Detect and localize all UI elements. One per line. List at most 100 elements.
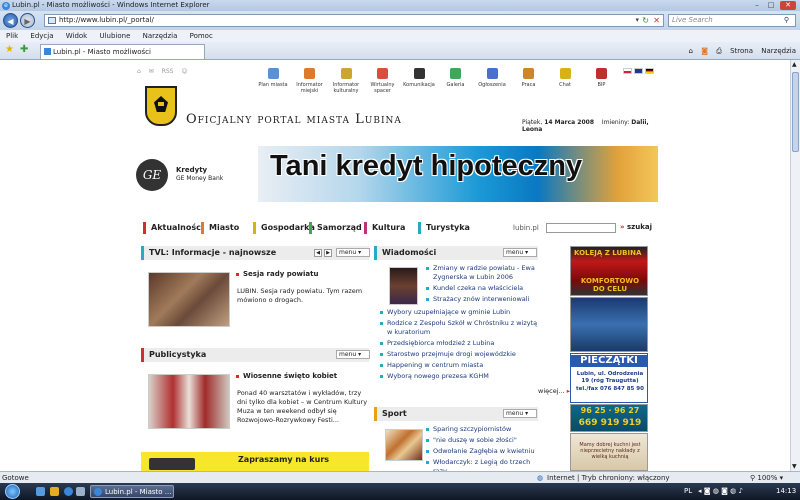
lubin-crest-logo[interactable] [145, 86, 177, 126]
category-turystyka[interactable]: Turystyka [418, 222, 470, 234]
switch-windows-icon[interactable] [76, 487, 85, 496]
sport-item[interactable]: Odwołanie Zagłębia w kwietniu [425, 447, 541, 456]
page-content: ⌂ ✉ RSS ☺ Plan miasta Informator miejski I… [0, 60, 800, 471]
menu-pomoc[interactable]: Pomoc [190, 32, 213, 40]
home-icon[interactable]: ⌂ [689, 47, 693, 55]
add-favorite-icon[interactable]: ✚ [20, 45, 28, 55]
page-menu-button[interactable]: Strona [730, 47, 753, 55]
tab-lubin[interactable]: Lubin.pl - Miasto możliwości [40, 44, 205, 59]
menu-edycja[interactable]: Edycja [30, 32, 53, 40]
rss-link[interactable]: RSS [162, 68, 174, 75]
courses-banner[interactable]: Zapraszamy na kurs [141, 452, 369, 471]
wiadomosci-item[interactable]: Wyborą nowego prezesa KGHM [379, 372, 541, 381]
topnav-komunikacja[interactable]: Komunikacja [401, 68, 437, 104]
category-miasto[interactable]: Miasto [201, 222, 239, 234]
live-search-input[interactable]: Live Search ⚲ [668, 14, 796, 27]
kolej-ad[interactable]: KOLEJĄ Z LUBINA KOMFORTOWO DO CELU [570, 246, 648, 296]
wiadomosci-item[interactable]: Zmiany w radzie powiatu - Ewa Zygnerska … [425, 264, 541, 282]
topnav-bip[interactable]: BIP [584, 68, 620, 104]
informator-miejski-icon [304, 68, 315, 79]
url-input[interactable]: http://www.lubin.pl/_portal/ ▾ ↻ ✕ [44, 14, 664, 27]
scroll-thumb[interactable] [792, 72, 799, 152]
topnav-galeria[interactable]: Galeria [438, 68, 474, 104]
print-icon[interactable]: ⎙ [716, 47, 722, 55]
wiadomosci-item[interactable]: Happening w centrum miasta [379, 361, 541, 370]
tvl-menu-button[interactable]: menu ▾ [336, 248, 370, 257]
next-icon[interactable]: ▶ [324, 249, 332, 257]
sport-item[interactable]: Sparing szczypiornistów [425, 425, 541, 434]
category-samorzad[interactable]: Samorząd [309, 222, 362, 234]
flag-en-icon[interactable] [634, 68, 644, 74]
stop-icon[interactable]: ✕ [653, 15, 660, 26]
tray-icons[interactable]: ◂ ◙ ◍ ◙ ◍ ♪ [698, 483, 743, 500]
wiadomosci-menu-button[interactable]: menu ▾ [503, 248, 537, 257]
tools-menu-button[interactable]: Narzędzia [761, 47, 796, 55]
wiadomosci-item[interactable]: Przedsiębiorca młodzież z Lubina [379, 339, 541, 348]
close-button[interactable]: ✕ [780, 1, 796, 10]
clock[interactable]: 14:13 [776, 483, 796, 500]
ge-banner[interactable]: GE Kredyty GE Money Bank Tani kredyt hip… [133, 144, 658, 204]
topnav-plan-miasta[interactable]: Plan miasta [255, 68, 291, 104]
category-aktualnosci[interactable]: Aktualności [143, 222, 204, 234]
mail-small-icon[interactable]: ✉ [149, 68, 154, 75]
prev-icon[interactable]: ◀ [314, 249, 322, 257]
publicystyka-headline[interactable]: Wiosenne święto kobiet [236, 372, 337, 380]
folder-icon[interactable] [50, 487, 59, 496]
sport-item[interactable]: Włodarczyk: z Legią do trzech razy [425, 458, 541, 471]
topnav-informator-kulturalny[interactable]: Informator kulturalny [328, 68, 364, 104]
phone-ad[interactable]: 96 25 · 96 27 669 919 919 [570, 404, 648, 432]
minimize-button[interactable]: – [752, 1, 762, 10]
tvl-photo[interactable] [148, 272, 230, 327]
wiadomosci-item[interactable]: Rodzice z Zespołu Szkół w Chróstniku z w… [379, 319, 541, 337]
wiadomosci-item[interactable]: Strażacy znów interweniowali [425, 295, 541, 304]
home-small-icon[interactable]: ⌂ [137, 68, 141, 75]
flag-pl-icon[interactable] [623, 68, 632, 74]
building-ad[interactable] [570, 297, 648, 352]
publicystyka-photo[interactable] [148, 374, 230, 429]
url-dropdown-icon[interactable]: ▾ [635, 15, 639, 26]
sport-menu-button[interactable]: menu ▾ [503, 409, 537, 418]
menu-widok[interactable]: Widok [66, 32, 88, 40]
menu-ulubione[interactable]: Ulubione [99, 32, 130, 40]
sport-item[interactable]: "nie duszę w sobie złości" [425, 436, 541, 445]
topnav-wirtualny-spacer[interactable]: Wirtualny spacer [365, 68, 401, 104]
category-gospodarka[interactable]: Gospodarka [253, 222, 315, 234]
wiadomosci-item[interactable]: Kundel czeka na właściciela [425, 284, 541, 293]
search-icon[interactable]: ⚲ [784, 15, 789, 26]
wiadomosci-item[interactable]: Starostwo przejmuje drogi wojewódzkie [379, 350, 541, 359]
category-kultura[interactable]: Kultura [364, 222, 405, 234]
wiadomosci-photo[interactable] [389, 267, 418, 305]
sport-photo[interactable] [385, 429, 423, 461]
publicystyka-menu-button[interactable]: menu ▾ [336, 350, 370, 359]
topnav-informator-miejski[interactable]: Informator miejski [292, 68, 328, 104]
site-search-input[interactable] [546, 223, 616, 233]
scroll-down-icon[interactable]: ▼ [792, 463, 797, 470]
desktop-icon[interactable] [36, 487, 45, 496]
maximize-button[interactable]: □ [766, 1, 776, 10]
page-scrollbar[interactable]: ▲ ▼ [790, 60, 800, 471]
wiadomosci-list: Wybory uzupełniające w gminie Lubin Rodzi… [379, 308, 541, 383]
language-indicator[interactable]: PL [684, 483, 692, 500]
menu-plik[interactable]: Plik [6, 32, 18, 40]
kuchnia-ad[interactable]: Mamy dobrej kuchni jest nieprzecietny na… [570, 433, 648, 471]
refresh-icon[interactable]: ↻ [642, 15, 649, 26]
pieczatki-ad[interactable]: PIECZĄTKI Lubin, ul. Odrodzenia 19 (róg … [570, 353, 648, 403]
ie-quicklaunch-icon[interactable] [64, 487, 73, 496]
topnav-praca[interactable]: Praca [511, 68, 547, 104]
accessibility-icon[interactable]: ☺ [181, 68, 187, 75]
favorites-star-icon[interactable]: ★ [5, 45, 14, 55]
feeds-icon[interactable]: ◙ [701, 47, 708, 55]
wiadomosci-item[interactable]: Wybory uzupełniające w gminie Lubin [379, 308, 541, 317]
back-button[interactable]: ◀ [3, 13, 18, 28]
site-search-button[interactable]: » szukaj [620, 223, 652, 231]
taskbar-ie-window[interactable]: Lubin.pl - Miasto ... [90, 485, 174, 498]
topnav-chat[interactable]: Chat [547, 68, 583, 104]
flag-de-icon[interactable] [645, 68, 655, 74]
forward-button[interactable]: ▶ [20, 13, 35, 28]
topnav-ogloszenia[interactable]: Ogłoszenia [474, 68, 510, 104]
scroll-up-icon[interactable]: ▲ [792, 61, 797, 68]
start-button[interactable] [5, 484, 20, 499]
menu-narzedzia[interactable]: Narzędzia [143, 32, 178, 40]
tvl-headline[interactable]: Sesja rady powiatu [236, 270, 318, 278]
wiadomosci-more-link[interactable]: więcej... ▸ [538, 387, 570, 395]
